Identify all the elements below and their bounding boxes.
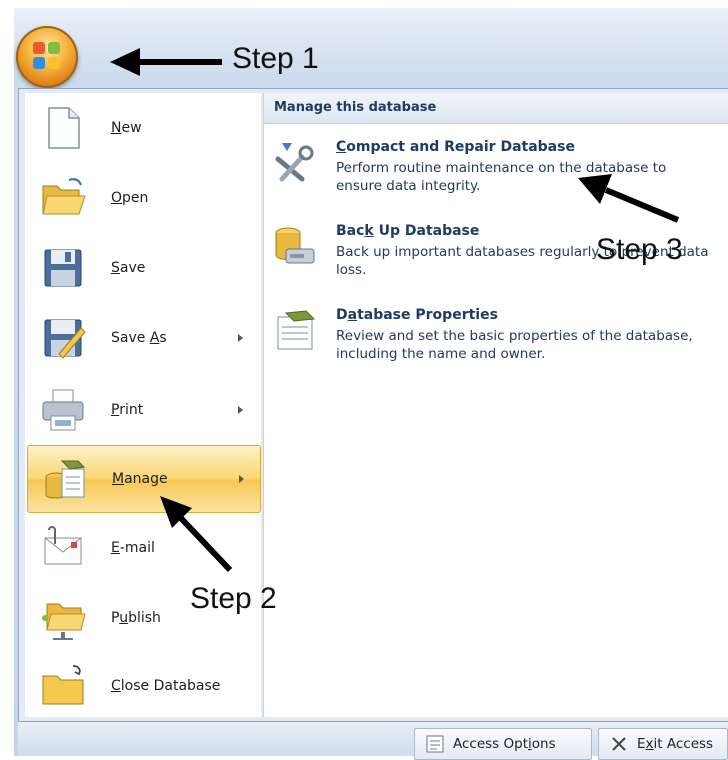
compact-repair-desc: Perform routine maintenance on the datab…: [336, 160, 667, 194]
submenu-arrow-icon: [238, 334, 243, 342]
step1-label: Step 1: [232, 42, 319, 75]
menu-item-new[interactable]: New: [27, 95, 259, 161]
compact-repair-item[interactable]: Compact and Repair Database Perform rout…: [272, 139, 722, 199]
menu-item-manage[interactable]: Manage: [27, 445, 261, 513]
access-options-icon: [426, 735, 444, 753]
office-menu: New Open Save Save As Print Manage E-mai…: [18, 88, 728, 722]
menu-item-label: Close Database: [111, 678, 221, 694]
manage-database-icon: [45, 460, 86, 499]
access-options-button[interactable]: Access Options: [414, 728, 592, 760]
menu-item-save-as[interactable]: Save As: [27, 305, 259, 371]
database-properties-desc: Review and set the basic properties of t…: [336, 328, 693, 362]
menu-item-label: Save As: [111, 330, 167, 346]
exit-access-label: Exit Access: [637, 736, 714, 752]
save-as-icon: [44, 319, 86, 359]
office-logo-icon: [33, 42, 61, 70]
new-document-icon: [48, 107, 80, 149]
manage-submenu: Manage this database Compact and Repair …: [263, 93, 728, 717]
compact-repair-title: Compact and Repair Database: [336, 139, 575, 155]
menu-item-label: Print: [111, 402, 144, 418]
close-database-icon: [42, 665, 84, 705]
menu-item-label: New: [111, 120, 142, 136]
step3-label: Step 3: [596, 233, 683, 266]
menu-commands: New Open Save Save As Print Manage E-mai…: [25, 93, 261, 717]
submenu-header: Manage this database: [264, 93, 728, 124]
database-properties-item[interactable]: Database Properties Review and set the b…: [272, 307, 722, 367]
exit-access-button[interactable]: Exit Access: [598, 728, 728, 760]
menu-item-email[interactable]: E-mail: [27, 515, 259, 581]
submenu-arrow-icon: [239, 475, 244, 483]
access-options-label: Access Options: [453, 736, 556, 752]
compact-repair-icon: [275, 143, 314, 182]
database-properties-icon: [277, 310, 316, 350]
menu-item-label: E-mail: [111, 540, 155, 556]
backup-database-icon: [275, 227, 315, 264]
exit-x-icon: [612, 737, 626, 751]
office-button[interactable]: [16, 26, 78, 88]
printer-icon: [42, 389, 84, 431]
step2-label: Step 2: [190, 582, 277, 615]
save-disk-icon: [44, 249, 82, 287]
database-properties-title: Database Properties: [336, 307, 498, 323]
menu-item-label: Save: [111, 260, 146, 276]
publish-icon: [42, 603, 86, 640]
menu-item-open[interactable]: Open: [27, 165, 259, 231]
menu-item-save[interactable]: Save: [27, 235, 259, 301]
menu-item-label: Open: [111, 190, 149, 206]
backup-database-title: Back Up Database: [336, 223, 480, 239]
email-icon: [44, 526, 82, 565]
menu-item-label: Manage: [112, 471, 168, 487]
open-folder-icon: [42, 178, 86, 215]
menu-item-print[interactable]: Print: [27, 377, 259, 443]
submenu-arrow-icon: [238, 406, 243, 414]
menu-footer: Access Options Exit Access: [18, 722, 728, 760]
menu-item-close-database[interactable]: Close Database: [27, 653, 259, 719]
